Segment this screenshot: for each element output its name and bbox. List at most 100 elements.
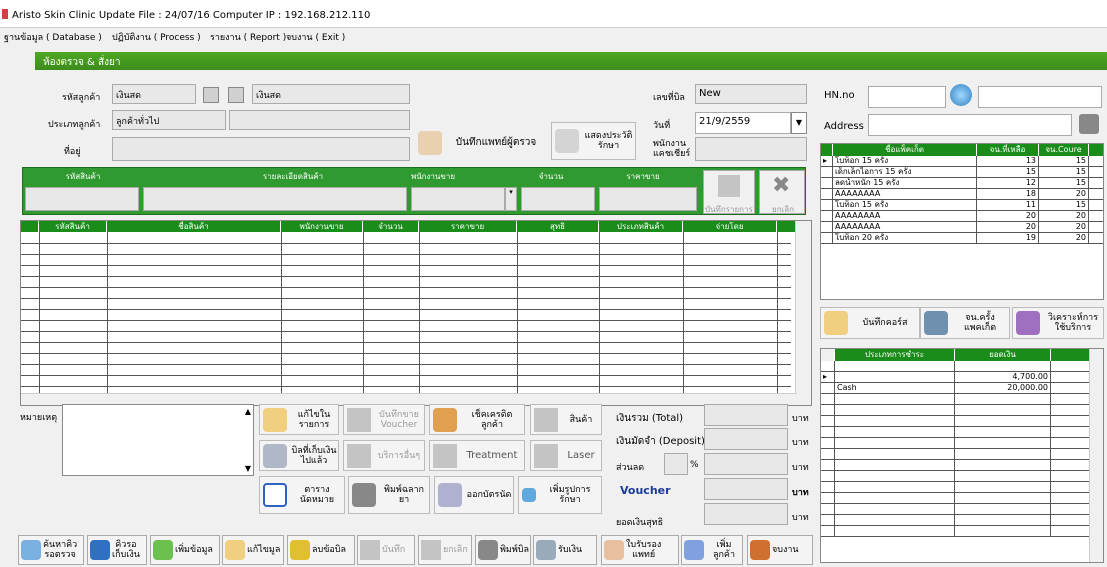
entry-qty-input[interactable]	[521, 187, 595, 211]
laser-button[interactable]: Laser	[530, 440, 602, 471]
entry-desc-input[interactable]	[143, 187, 407, 211]
add-customer-button[interactable]: เพิ่มลูกค้า	[681, 535, 743, 565]
discount-pct-field[interactable]	[664, 453, 688, 475]
payment-vscroll[interactable]	[1089, 349, 1103, 562]
print-label-button[interactable]: พิมพ์ฉลากยา	[348, 476, 430, 514]
payment-row[interactable]	[821, 460, 1103, 471]
payment-row[interactable]	[821, 405, 1103, 416]
payment-row[interactable]	[821, 482, 1103, 493]
address-field[interactable]	[112, 137, 410, 161]
table-row[interactable]	[21, 298, 791, 309]
table-row[interactable]	[21, 265, 791, 276]
table-row[interactable]	[21, 342, 791, 353]
add-treatment-image-button[interactable]: เพิ่มรูปการ รักษา	[518, 476, 602, 514]
receive-money-button[interactable]: รับเงิน	[533, 535, 597, 565]
menu-report[interactable]: รายงาน ( Report )	[210, 30, 286, 44]
payment-row[interactable]: Cash 20,000.00	[821, 383, 1103, 394]
entry-price-input[interactable]	[599, 187, 697, 211]
table-row[interactable]	[21, 276, 791, 287]
product-button[interactable]: สินค้า	[530, 404, 602, 435]
bill-date-field[interactable]: 21/9/2559	[695, 112, 791, 134]
printer-icon[interactable]	[1079, 114, 1099, 134]
add-data-button[interactable]: เพิ่มข้อมูล	[150, 535, 220, 565]
payment-row[interactable]	[821, 361, 1103, 372]
appointment-table-button[interactable]: ตาราง นัดหมาย	[259, 476, 345, 514]
payment-row[interactable]	[821, 515, 1103, 526]
voucher-field[interactable]	[704, 478, 788, 500]
items-vscroll[interactable]	[795, 221, 811, 405]
exit-button[interactable]: จบงาน	[747, 535, 813, 565]
package-row[interactable]: โบท็อก 20 ครั้ง 19 20	[821, 233, 1103, 244]
search-customer-icon[interactable]	[203, 87, 219, 103]
package-row[interactable]: ลดน้ำหนัก 15 ครั้ง 12 15	[821, 178, 1103, 189]
package-row[interactable]: AAAAAAAA 18 20	[821, 189, 1103, 200]
save-item-button[interactable]: บันทึกรายการ	[703, 170, 755, 214]
package-row[interactable]: เด็กเล็กไอการ 15 ครั้ง 15 15	[821, 167, 1103, 178]
payment-row[interactable]	[821, 427, 1103, 438]
save-course-button[interactable]: บันทึกคอร์ส	[820, 307, 920, 339]
menu-database[interactable]: ฐานข้อมูล ( Database )	[4, 30, 102, 44]
menu-exit[interactable]: จบงาน ( Exit )	[286, 30, 345, 44]
show-history-button[interactable]: แสดงประวัติ รักษา	[551, 122, 636, 160]
payment-row[interactable]	[821, 438, 1103, 449]
package-row[interactable]: AAAAAAAA 20 20	[821, 222, 1103, 233]
print-bill-button[interactable]: พิมพ์บิล	[475, 535, 531, 565]
payment-row[interactable]	[821, 416, 1103, 427]
service-analysis-button[interactable]: วิเคราะห์การ ใช้บริการ	[1012, 307, 1104, 339]
payment-row[interactable]	[821, 504, 1103, 515]
table-row[interactable]	[21, 364, 791, 375]
table-row[interactable]	[21, 309, 791, 320]
payment-row[interactable]	[821, 526, 1103, 537]
search-icon[interactable]	[950, 84, 972, 106]
remark-textarea[interactable]: ▲ ▼	[62, 404, 254, 476]
payment-table[interactable]: ประเภทการชำระ ยอดเงิน ▸ 4,700.00 Cash 20,00…	[820, 348, 1104, 563]
customer-type-field[interactable]: ลูกค้าทั่วไป	[112, 110, 226, 130]
payment-row[interactable]	[821, 471, 1103, 482]
bill-no-field[interactable]: New	[695, 84, 807, 104]
cashier-field[interactable]	[695, 137, 807, 161]
payment-row[interactable]: ▸ 4,700.00	[821, 372, 1103, 383]
payment-row[interactable]	[821, 493, 1103, 504]
payment-queue-button[interactable]: คิวรอ เก็บเงิน	[87, 535, 147, 565]
delete-bill-button[interactable]: ลบข้อบิล	[287, 535, 355, 565]
table-row[interactable]	[21, 254, 791, 265]
package-count-button[interactable]: จน.ครั้ง แพคเก็ต	[920, 307, 1010, 339]
payment-row[interactable]	[821, 449, 1103, 460]
payment-row[interactable]	[821, 394, 1103, 405]
check-credit-button[interactable]: เช็คเครดิต ลูกค้า	[429, 404, 525, 435]
date-dropdown-icon[interactable]: ▼	[791, 112, 807, 134]
items-table[interactable]: รหัสสินค้า ชื่อสินค้า พนักงานขาย จำนวน ร…	[20, 220, 812, 406]
appointment-card-button[interactable]: ออกบัตรนัด	[434, 476, 514, 514]
scroll-up-icon[interactable]: ▲	[245, 407, 251, 416]
discount-field[interactable]	[704, 453, 788, 475]
table-row[interactable]	[21, 232, 791, 243]
menu-process[interactable]: ปฏิบัติงาน ( Process )	[112, 30, 201, 44]
entry-sales-input[interactable]	[411, 187, 505, 211]
hn-input[interactable]	[868, 86, 946, 108]
edit-item-button[interactable]: แก้ไขใน รายการ	[259, 404, 339, 435]
table-row[interactable]	[21, 331, 791, 342]
table-row[interactable]	[21, 375, 791, 386]
table-row[interactable]	[21, 320, 791, 331]
customer-code-field[interactable]: เงินสด	[112, 84, 196, 104]
search-queue-button[interactable]: ค้นหาคิว รอตรวจ	[18, 535, 84, 565]
address-right-field[interactable]	[868, 114, 1072, 136]
table-row[interactable]	[21, 353, 791, 364]
package-row[interactable]: AAAAAAAA 20 20	[821, 211, 1103, 222]
unpaid-bills-button[interactable]: บิลที่เก็บเงิน ไปแล้ว	[259, 440, 339, 471]
edit-data-button[interactable]: แก้ไขมูล	[222, 535, 284, 565]
cancel-button[interactable]: ยกเลิก	[418, 535, 472, 565]
package-table[interactable]: ชื่อแพ็คเก็ต จน.ที่เหลือ จน.Coure ▸ โบท็อ…	[820, 143, 1104, 300]
customer-type-extra-field[interactable]	[229, 110, 410, 130]
table-row[interactable]	[21, 287, 791, 298]
scroll-down-icon[interactable]: ▼	[245, 464, 251, 473]
entry-sales-dropdown-icon[interactable]: ▾	[505, 187, 517, 211]
package-row[interactable]: โบท็อก 15 ครั้ง 11 15	[821, 200, 1103, 211]
treatment-button[interactable]: Treatment	[429, 440, 525, 471]
save-button[interactable]: บันทึก	[357, 535, 415, 565]
record-doctor-button[interactable]: บันทึกแพทย์ผู้ตรวจ	[415, 126, 547, 160]
cancel-item-button[interactable]: ✖ ยกเลิก	[759, 170, 805, 214]
hn-name-field[interactable]	[978, 86, 1102, 108]
lookup-customer-icon[interactable]	[228, 87, 244, 103]
table-row[interactable]	[21, 243, 791, 254]
